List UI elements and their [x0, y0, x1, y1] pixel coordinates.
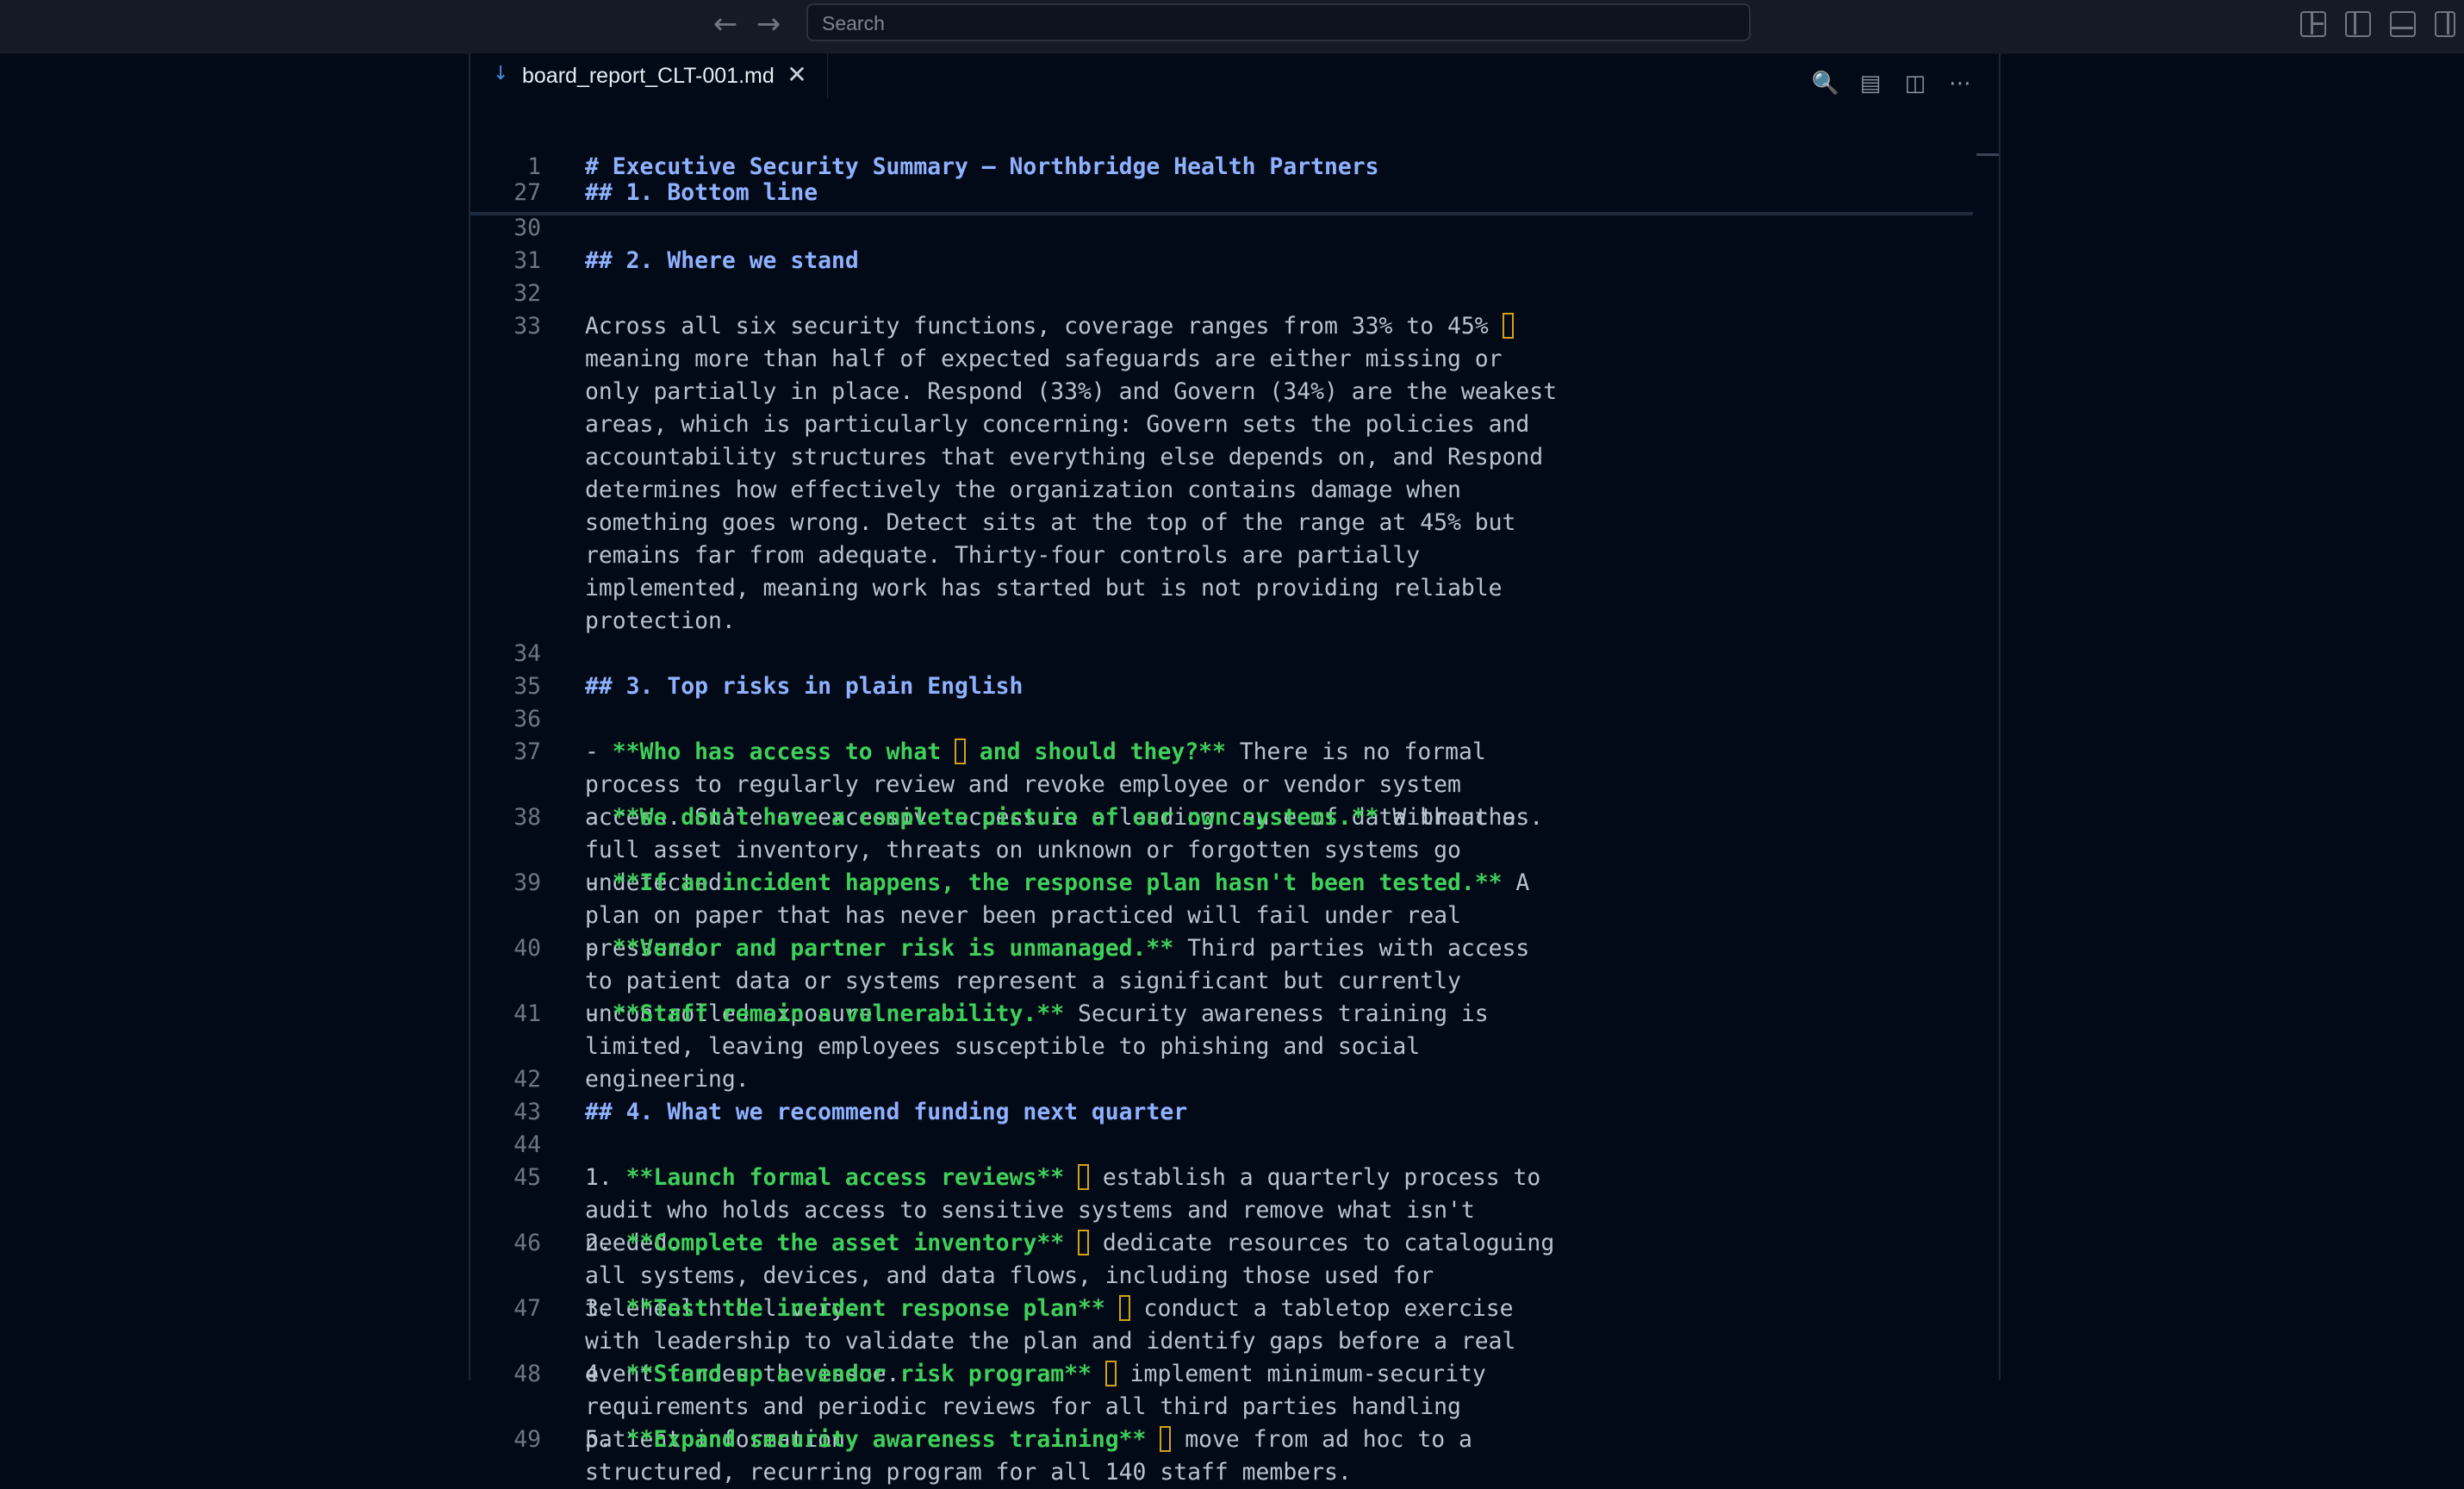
- bold-text: **Complete the asset inventory**: [625, 1230, 1065, 1256]
- unicode-highlight-box: [1104, 1361, 1117, 1386]
- section-heading: ## 3. Top risks in plain English: [585, 673, 1024, 700]
- markdown-preview-icon[interactable]: ▤: [1856, 69, 1885, 98]
- split-editor-icon[interactable]: ◫: [1901, 69, 1930, 98]
- line-number: 49: [513, 1426, 541, 1453]
- bold-text: **We don't have a complete picture of ou…: [612, 804, 1379, 831]
- list-item: 5. **Expand security awareness training*…: [585, 1424, 1567, 1489]
- unicode-highlight-box: [1078, 1230, 1089, 1255]
- line-number: 40: [513, 935, 541, 962]
- section-heading: ## 2. Where we stand: [585, 247, 859, 274]
- list-item: - **Staff remain a vulnerability.** Secu…: [585, 998, 1567, 1096]
- line-number: 32: [513, 280, 541, 307]
- bold-text: **If an incident happens, the response p…: [612, 869, 1503, 896]
- line-number: 42: [513, 1066, 541, 1093]
- list-marker: 4.: [585, 1361, 626, 1387]
- list-marker: -: [585, 1000, 613, 1027]
- list-marker: 5.: [585, 1426, 626, 1453]
- line-number: 31: [513, 247, 541, 274]
- list-marker: 2.: [585, 1230, 626, 1256]
- line-number: 33: [513, 313, 541, 340]
- list-marker: -: [585, 738, 613, 765]
- line-number: 48: [513, 1361, 541, 1387]
- search-box[interactable]: [806, 3, 1751, 41]
- unicode-highlight-box: [1078, 1164, 1089, 1190]
- paragraph: Across all six security functions, cover…: [585, 310, 1567, 638]
- line-number: 38: [513, 804, 541, 831]
- list-marker: -: [585, 869, 613, 896]
- bold-text: **Staff remain a vulnerability.**: [612, 1000, 1065, 1027]
- bold-text: and should they?**: [966, 738, 1226, 765]
- tab-filename: board_report_CLT-001.md: [522, 64, 775, 88]
- list-marker: -: [585, 935, 613, 962]
- line-number: 27: [513, 179, 541, 206]
- bold-text: **Stand up a vendor risk program**: [625, 1361, 1092, 1387]
- toggle-panel-icon[interactable]: [2390, 11, 2416, 37]
- editor-tab[interactable]: ↓ board_report_CLT-001.md ✕: [470, 53, 828, 98]
- sticky-line[interactable]: 27 ## 1. Bottom line: [470, 179, 1973, 207]
- line-number: 1: [527, 153, 541, 180]
- sticky-heading: # Executive Security Summary — Northbrid…: [585, 153, 1379, 180]
- sticky-line[interactable]: 1 # Executive Security Summary — Northbr…: [470, 153, 1973, 181]
- text-segment: meaning more than half of expected safeg…: [585, 313, 1571, 634]
- open-preview-icon[interactable]: 🔍: [1811, 69, 1840, 98]
- forward-arrow-icon[interactable]: →: [751, 7, 786, 41]
- title-bar: ← →: [0, 0, 2464, 54]
- line-number: 44: [513, 1131, 541, 1158]
- line-number: 43: [513, 1099, 541, 1125]
- toggle-secondary-sidebar-icon[interactable]: [2435, 11, 2455, 37]
- line-number: 39: [513, 869, 541, 896]
- markdown-file-icon: ↓: [493, 63, 509, 84]
- line-number: 30: [513, 215, 541, 241]
- bold-text: **Vendor and partner risk is unmanaged.*…: [612, 935, 1174, 962]
- bold-text: **Who has access to what: [612, 738, 955, 765]
- text-segment: Across all six security functions, cover…: [585, 313, 1503, 340]
- scrollbar-marker: [1976, 153, 1999, 156]
- unicode-highlight-box: [955, 738, 966, 764]
- back-arrow-icon[interactable]: ←: [708, 7, 743, 41]
- bold-text: **Expand security awareness training**: [625, 1426, 1147, 1453]
- bold-text: **Launch formal access reviews**: [625, 1164, 1065, 1191]
- line-number: 41: [513, 1000, 541, 1027]
- toggle-primary-sidebar-icon[interactable]: [2345, 11, 2371, 37]
- more-actions-icon[interactable]: ⋯: [1945, 69, 1975, 98]
- section-heading: ## 4. What we recommend funding next qua…: [585, 1099, 1188, 1125]
- list-marker: 3.: [585, 1295, 626, 1322]
- line-number: 37: [513, 738, 541, 765]
- line-number: 34: [513, 640, 541, 667]
- sticky-heading: ## 1. Bottom line: [585, 179, 818, 206]
- list-marker: 1.: [585, 1164, 626, 1191]
- line-number: 46: [513, 1230, 541, 1256]
- line-number: 35: [513, 673, 541, 700]
- customize-layout-icon[interactable]: [2300, 11, 2326, 37]
- tab-strip: ↓ board_report_CLT-001.md ✕ 🔍 ▤ ◫ ⋯: [470, 53, 1999, 98]
- close-icon[interactable]: ✕: [782, 60, 812, 90]
- editor-scrollbar[interactable]: [1976, 153, 1999, 1380]
- list-marker: -: [585, 804, 613, 831]
- unicode-highlight-box: [1160, 1426, 1172, 1452]
- line-number: 47: [513, 1295, 541, 1322]
- search-input[interactable]: [820, 5, 1737, 41]
- unicode-highlight-box: [1502, 313, 1514, 339]
- sticky-scroll: 1 # Executive Security Summary — Northbr…: [470, 152, 1973, 215]
- bold-text: **Test the incident response plan**: [625, 1295, 1105, 1322]
- line-number: 36: [513, 706, 541, 732]
- line-number: 45: [513, 1164, 541, 1191]
- unicode-highlight-box: [1118, 1295, 1130, 1321]
